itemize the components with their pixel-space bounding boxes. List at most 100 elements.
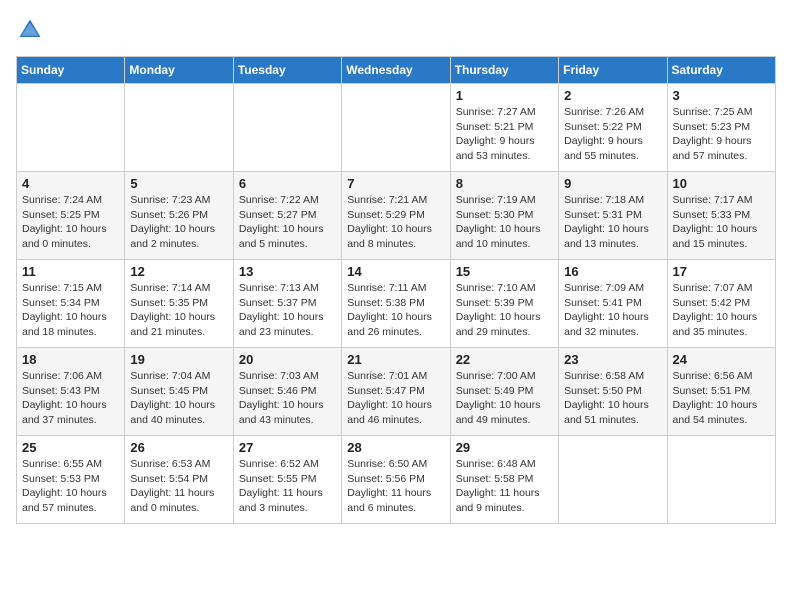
calendar-week-2: 4 Sunrise: 7:24 AMSunset: 5:25 PMDaylight…: [17, 172, 776, 260]
calendar-cell: 13 Sunrise: 7:13 AMSunset: 5:37 PMDayligh…: [233, 260, 341, 348]
calendar-body: 1 Sunrise: 7:27 AMSunset: 5:21 PMDaylight…: [17, 84, 776, 524]
day-info: Sunrise: 7:13 AMSunset: 5:37 PMDaylight:…: [239, 281, 336, 340]
header-cell-sunday: Sunday: [17, 57, 125, 84]
day-info: Sunrise: 6:53 AMSunset: 5:54 PMDaylight:…: [130, 457, 227, 516]
calendar-cell: 26 Sunrise: 6:53 AMSunset: 5:54 PMDayligh…: [125, 436, 233, 524]
day-info: Sunrise: 7:25 AMSunset: 5:23 PMDaylight:…: [673, 105, 770, 164]
day-info: Sunrise: 7:01 AMSunset: 5:47 PMDaylight:…: [347, 369, 444, 428]
calendar-cell: 22 Sunrise: 7:00 AMSunset: 5:49 PMDayligh…: [450, 348, 558, 436]
calendar-cell: [233, 84, 341, 172]
calendar-cell: 28Sunrise: 6:50 AMSunset: 5:56 PMDayligh…: [342, 436, 450, 524]
calendar-header: SundayMondayTuesdayWednesdayThursdayFrid…: [17, 57, 776, 84]
calendar-week-4: 18 Sunrise: 7:06 AMSunset: 5:43 PMDayligh…: [17, 348, 776, 436]
day-number: 6: [239, 176, 336, 191]
calendar-cell: 5 Sunrise: 7:23 AMSunset: 5:26 PMDaylight…: [125, 172, 233, 260]
day-number: 8: [456, 176, 553, 191]
day-info: Sunrise: 7:10 AMSunset: 5:39 PMDaylight:…: [456, 281, 553, 340]
day-number: 5: [130, 176, 227, 191]
day-info: Sunrise: 7:19 AMSunset: 5:30 PMDaylight:…: [456, 193, 553, 252]
calendar-week-3: 11 Sunrise: 7:15 AMSunset: 5:34 PMDayligh…: [17, 260, 776, 348]
calendar-cell: 14 Sunrise: 7:11 AMSunset: 5:38 PMDayligh…: [342, 260, 450, 348]
header-cell-thursday: Thursday: [450, 57, 558, 84]
calendar-week-1: 1 Sunrise: 7:27 AMSunset: 5:21 PMDaylight…: [17, 84, 776, 172]
day-info: Sunrise: 6:56 AMSunset: 5:51 PMDaylight:…: [673, 369, 770, 428]
calendar-week-5: 25Sunrise: 6:55 AMSunset: 5:53 PMDayligh…: [17, 436, 776, 524]
day-number: 21: [347, 352, 444, 367]
day-number: 16: [564, 264, 661, 279]
day-info: Sunrise: 6:48 AMSunset: 5:58 PMDaylight:…: [456, 457, 553, 516]
header-cell-saturday: Saturday: [667, 57, 775, 84]
header-cell-friday: Friday: [559, 57, 667, 84]
day-info: Sunrise: 7:17 AMSunset: 5:33 PMDaylight:…: [673, 193, 770, 252]
calendar-cell: 6 Sunrise: 7:22 AMSunset: 5:27 PMDaylight…: [233, 172, 341, 260]
day-number: 19: [130, 352, 227, 367]
calendar-table: SundayMondayTuesdayWednesdayThursdayFrid…: [16, 56, 776, 524]
calendar-cell: 24 Sunrise: 6:56 AMSunset: 5:51 PMDayligh…: [667, 348, 775, 436]
calendar-cell: 12Sunrise: 7:14 AMSunset: 5:35 PMDayligh…: [125, 260, 233, 348]
calendar-cell: 20Sunrise: 7:03 AMSunset: 5:46 PMDayligh…: [233, 348, 341, 436]
calendar-cell: [125, 84, 233, 172]
day-info: Sunrise: 7:22 AMSunset: 5:27 PMDaylight:…: [239, 193, 336, 252]
day-number: 2: [564, 88, 661, 103]
day-number: 13: [239, 264, 336, 279]
day-info: Sunrise: 6:58 AMSunset: 5:50 PMDaylight:…: [564, 369, 661, 428]
day-number: 25: [22, 440, 119, 455]
day-number: 22: [456, 352, 553, 367]
calendar-cell: 11 Sunrise: 7:15 AMSunset: 5:34 PMDayligh…: [17, 260, 125, 348]
logo: [16, 16, 48, 44]
day-number: 20: [239, 352, 336, 367]
day-info: Sunrise: 7:14 AMSunset: 5:35 PMDaylight:…: [130, 281, 227, 340]
calendar-cell: 17Sunrise: 7:07 AMSunset: 5:42 PMDayligh…: [667, 260, 775, 348]
calendar-cell: 16 Sunrise: 7:09 AMSunset: 5:41 PMDayligh…: [559, 260, 667, 348]
calendar-cell: 19 Sunrise: 7:04 AMSunset: 5:45 PMDayligh…: [125, 348, 233, 436]
day-info: Sunrise: 7:15 AMSunset: 5:34 PMDaylight:…: [22, 281, 119, 340]
day-number: 18: [22, 352, 119, 367]
header-cell-monday: Monday: [125, 57, 233, 84]
calendar-cell: 29 Sunrise: 6:48 AMSunset: 5:58 PMDayligh…: [450, 436, 558, 524]
page-header: [16, 16, 776, 44]
day-number: 26: [130, 440, 227, 455]
calendar-cell: 27 Sunrise: 6:52 AMSunset: 5:55 PMDayligh…: [233, 436, 341, 524]
day-number: 17: [673, 264, 770, 279]
day-info: Sunrise: 7:00 AMSunset: 5:49 PMDaylight:…: [456, 369, 553, 428]
header-cell-tuesday: Tuesday: [233, 57, 341, 84]
day-number: 28: [347, 440, 444, 455]
calendar-cell: 8 Sunrise: 7:19 AMSunset: 5:30 PMDaylight…: [450, 172, 558, 260]
day-info: Sunrise: 7:23 AMSunset: 5:26 PMDaylight:…: [130, 193, 227, 252]
calendar-cell: 7Sunrise: 7:21 AMSunset: 5:29 PMDaylight…: [342, 172, 450, 260]
header-row: SundayMondayTuesdayWednesdayThursdayFrid…: [17, 57, 776, 84]
calendar-cell: 9 Sunrise: 7:18 AMSunset: 5:31 PMDaylight…: [559, 172, 667, 260]
calendar-cell: 15 Sunrise: 7:10 AMSunset: 5:39 PMDayligh…: [450, 260, 558, 348]
day-info: Sunrise: 6:52 AMSunset: 5:55 PMDaylight:…: [239, 457, 336, 516]
calendar-cell: 1 Sunrise: 7:27 AMSunset: 5:21 PMDaylight…: [450, 84, 558, 172]
calendar-cell: 21 Sunrise: 7:01 AMSunset: 5:47 PMDayligh…: [342, 348, 450, 436]
day-info: Sunrise: 7:06 AMSunset: 5:43 PMDaylight:…: [22, 369, 119, 428]
logo-icon: [16, 16, 44, 44]
calendar-cell: 25Sunrise: 6:55 AMSunset: 5:53 PMDayligh…: [17, 436, 125, 524]
header-cell-wednesday: Wednesday: [342, 57, 450, 84]
day-number: 4: [22, 176, 119, 191]
calendar-cell: 4 Sunrise: 7:24 AMSunset: 5:25 PMDaylight…: [17, 172, 125, 260]
day-info: Sunrise: 7:21 AMSunset: 5:29 PMDaylight:…: [347, 193, 444, 252]
day-number: 9: [564, 176, 661, 191]
day-info: Sunrise: 7:09 AMSunset: 5:41 PMDaylight:…: [564, 281, 661, 340]
calendar-cell: 10 Sunrise: 7:17 AMSunset: 5:33 PMDayligh…: [667, 172, 775, 260]
day-info: Sunrise: 7:11 AMSunset: 5:38 PMDaylight:…: [347, 281, 444, 340]
day-info: Sunrise: 7:18 AMSunset: 5:31 PMDaylight:…: [564, 193, 661, 252]
calendar-cell: [667, 436, 775, 524]
day-number: 10: [673, 176, 770, 191]
day-info: Sunrise: 7:26 AMSunset: 5:22 PMDaylight:…: [564, 105, 661, 164]
day-info: Sunrise: 7:24 AMSunset: 5:25 PMDaylight:…: [22, 193, 119, 252]
day-number: 11: [22, 264, 119, 279]
calendar-cell: 3Sunrise: 7:25 AMSunset: 5:23 PMDaylight…: [667, 84, 775, 172]
day-info: Sunrise: 7:04 AMSunset: 5:45 PMDaylight:…: [130, 369, 227, 428]
day-number: 14: [347, 264, 444, 279]
calendar-cell: 23Sunrise: 6:58 AMSunset: 5:50 PMDayligh…: [559, 348, 667, 436]
day-info: Sunrise: 7:27 AMSunset: 5:21 PMDaylight:…: [456, 105, 553, 164]
day-number: 24: [673, 352, 770, 367]
calendar-cell: 2 Sunrise: 7:26 AMSunset: 5:22 PMDaylight…: [559, 84, 667, 172]
day-number: 29: [456, 440, 553, 455]
day-number: 27: [239, 440, 336, 455]
day-number: 1: [456, 88, 553, 103]
day-number: 15: [456, 264, 553, 279]
